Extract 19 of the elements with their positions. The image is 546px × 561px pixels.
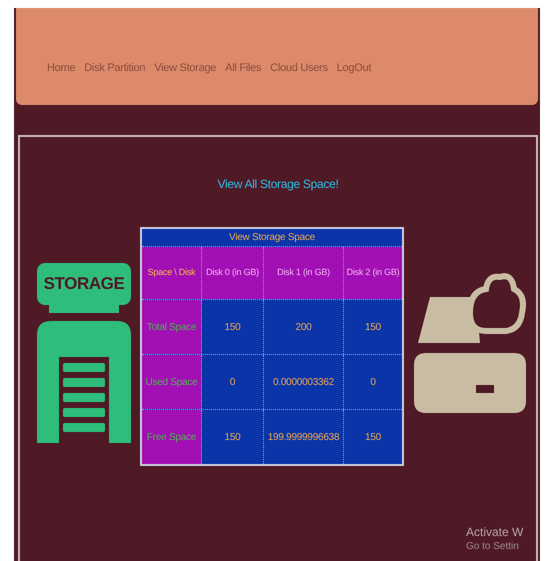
nav-link[interactable]: Disk Partition xyxy=(84,60,146,77)
activation-subtitle: Go to Settin xyxy=(466,540,520,554)
column-header: Space \ Disk xyxy=(142,247,202,299)
row-header: Used Space xyxy=(142,355,202,409)
activation-title: Activate W xyxy=(466,524,524,540)
column-header: Disk 2 (in GB) xyxy=(344,247,402,299)
column-header: Disk 0 (in GB) xyxy=(202,247,264,299)
storage-sign: STORAGE xyxy=(37,263,131,305)
row-header: Total Space xyxy=(142,300,202,354)
nav-link[interactable]: All Files xyxy=(225,60,262,77)
nav-link[interactable]: Home xyxy=(47,60,76,77)
nav-link[interactable]: Cloud Users xyxy=(270,60,328,77)
nav-link[interactable]: View Storage xyxy=(154,60,216,77)
row-header: Free Space xyxy=(142,410,202,464)
column-header: Disk 1 (in GB) xyxy=(264,247,344,299)
nav-link[interactable]: LogOut xyxy=(336,60,372,77)
page-heading: View All Storage Space! xyxy=(218,176,338,193)
cloud-drive-icon xyxy=(414,273,526,413)
storage-building-icon xyxy=(37,305,131,443)
